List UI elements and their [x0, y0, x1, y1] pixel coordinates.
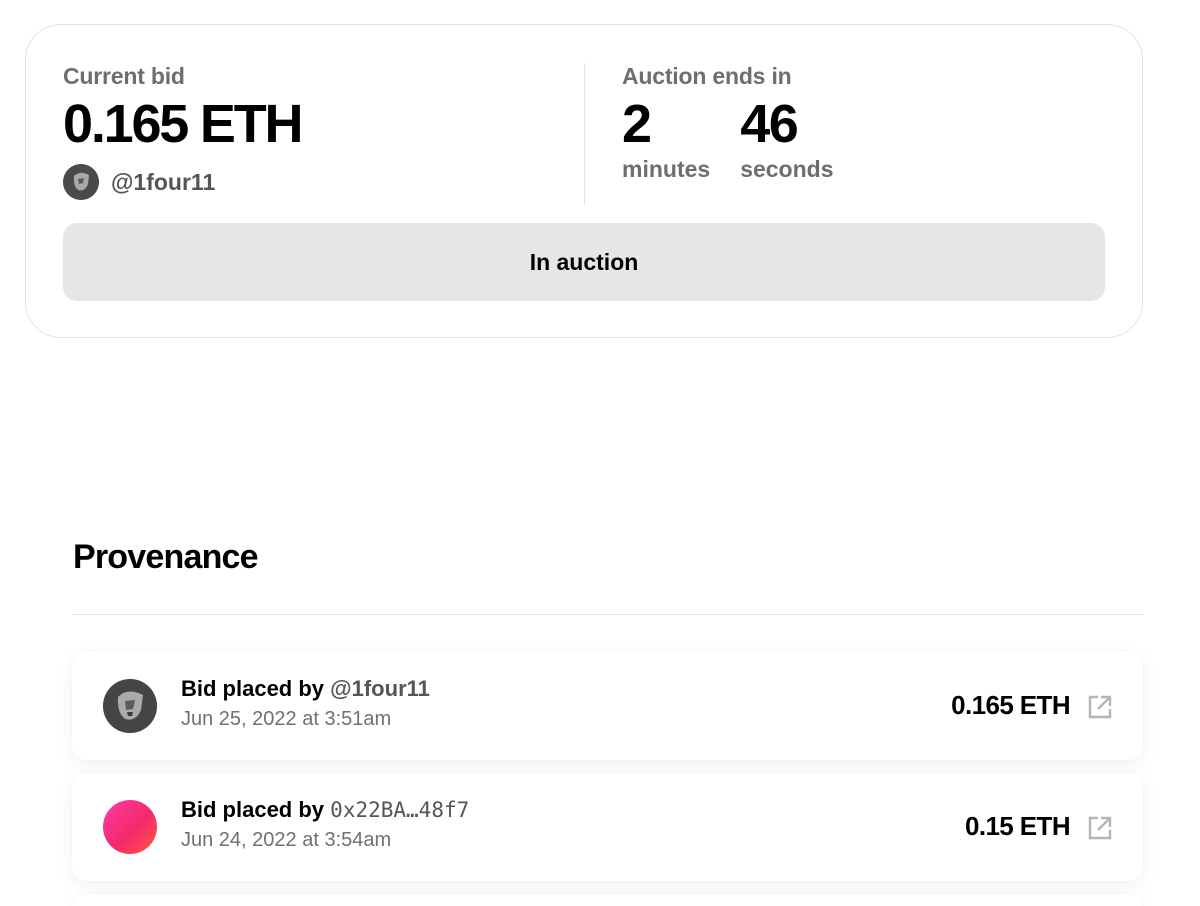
countdown: 2 minutes 46 seconds	[622, 94, 864, 183]
provenance-line: Bid placed by @1four11	[181, 676, 430, 702]
seconds-label: seconds	[740, 156, 834, 182]
auction-card: Current bid 0.165 ETH @1four11 Auction e…	[25, 24, 1143, 338]
bidder-handle[interactable]: @1four11	[111, 169, 215, 196]
provenance-item[interactable]	[72, 894, 1143, 906]
countdown-minutes: 2 minutes	[622, 94, 710, 183]
provenance-item[interactable]: Bid placed by @1four11 Jun 25, 2022 at 3…	[72, 652, 1143, 760]
external-link-icon-glyph	[1088, 695, 1112, 719]
in-auction-button[interactable]: In auction	[63, 223, 1105, 301]
column-divider	[584, 63, 585, 205]
provenance-bidder[interactable]: @1four11	[330, 676, 430, 701]
provenance-prefix: Bid placed by	[181, 676, 325, 701]
provenance-text: Bid placed by @1four11 Jun 25, 2022 at 3…	[181, 676, 430, 731]
current-bid-label: Current bid	[63, 63, 185, 89]
external-link-icon-glyph	[1088, 816, 1112, 840]
provenance-date: Jun 25, 2022 at 3:51am	[181, 708, 392, 730]
provenance-date: Jun 24, 2022 at 3:54am	[181, 829, 392, 851]
external-link-icon[interactable]	[1087, 815, 1113, 841]
provenance-text: Bid placed by 0x22BA…48f7 Jun 24, 2022 a…	[181, 797, 469, 852]
countdown-seconds: 46 seconds	[740, 94, 833, 183]
external-link-icon[interactable]	[1087, 694, 1113, 720]
auction-timer-section: Auction ends in 2 minutes 46 seconds	[622, 63, 864, 183]
provenance-avatar-image	[103, 679, 157, 733]
current-bid-section: Current bid 0.165 ETH @1four11	[63, 63, 304, 200]
minutes-label: minutes	[622, 156, 711, 182]
auction-ends-label: Auction ends in	[622, 63, 792, 89]
provenance-amount: 0.15 ETH	[964, 811, 1071, 841]
minutes-value: 2	[622, 94, 652, 154]
bidder-avatar[interactable]	[63, 164, 99, 200]
provenance-prefix: Bid placed by	[181, 797, 325, 822]
provenance-avatar[interactable]	[103, 800, 157, 854]
current-bidder[interactable]: @1four11	[63, 164, 301, 200]
current-bid-value: 0.165 ETH	[63, 94, 304, 154]
seconds-value: 46	[740, 94, 799, 154]
provenance-title: Provenance	[73, 538, 259, 576]
provenance-amount: 0.165 ETH	[951, 690, 1070, 720]
provenance-item[interactable]: Bid placed by 0x22BA…48f7 Jun 24, 2022 a…	[72, 773, 1143, 881]
provenance-line: Bid placed by 0x22BA…48f7	[181, 797, 469, 823]
provenance-bidder[interactable]: 0x22BA…48f7	[330, 798, 469, 822]
provenance-divider	[72, 614, 1143, 615]
bidder-avatar-image	[63, 164, 99, 200]
provenance-avatar[interactable]	[103, 679, 157, 733]
provenance-list: Bid placed by @1four11 Jun 25, 2022 at 3…	[72, 652, 1143, 906]
page: Current bid 0.165 ETH @1four11 Auction e…	[0, 0, 1200, 906]
